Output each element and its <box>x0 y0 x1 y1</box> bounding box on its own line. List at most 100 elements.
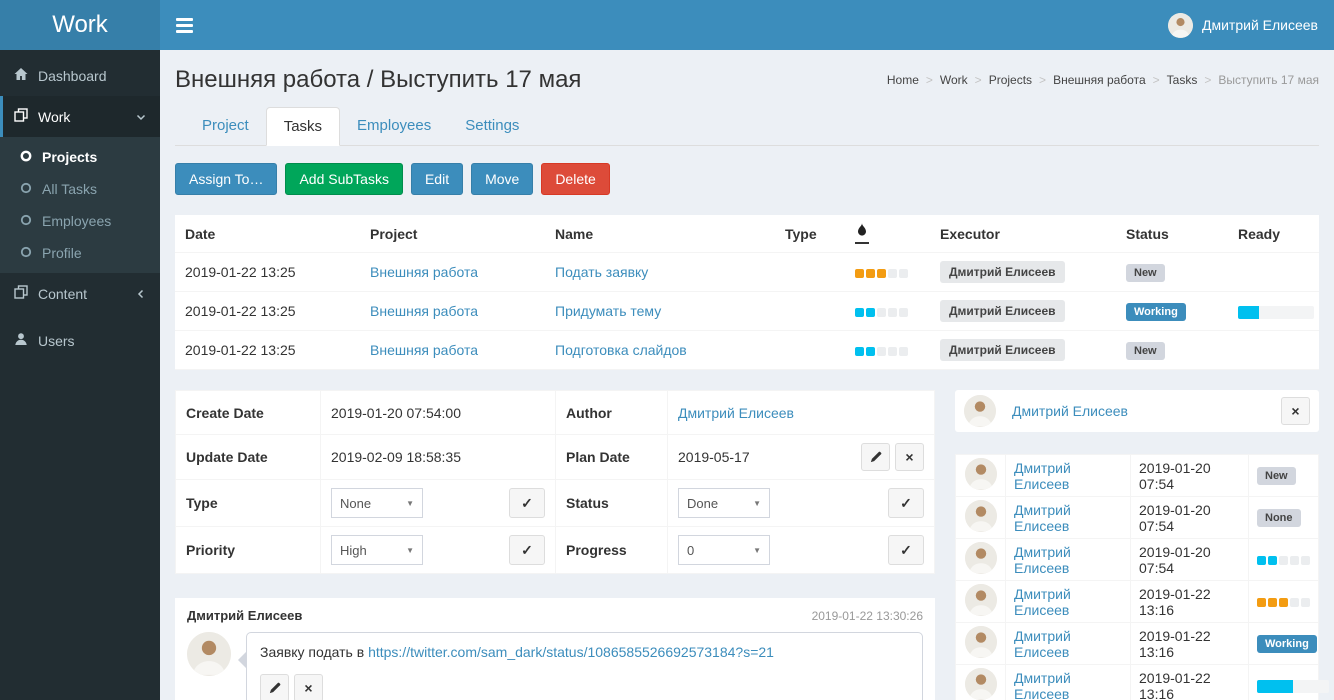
executor-badge: Дмитрий Елисеев <box>940 339 1065 361</box>
breadcrumb-work[interactable]: Work <box>940 73 968 87</box>
col-header-priority[interactable] <box>845 215 930 253</box>
tasks-table: Date Project Name Type Executor Status R… <box>175 215 1319 370</box>
update-date-value: 2019-02-09 18:58:35 <box>321 435 556 480</box>
task-project-link[interactable]: Внешняя работа <box>370 342 478 358</box>
tab-settings[interactable]: Settings <box>448 107 536 146</box>
breadcrumb-projects[interactable]: Projects <box>989 73 1032 87</box>
close-icon: × <box>905 450 913 464</box>
priority-save-button[interactable]: ✓ <box>509 535 545 565</box>
history-user-link[interactable]: Дмитрий Елисеев <box>1014 502 1071 534</box>
task-name-link[interactable]: Придумать тему <box>555 303 661 319</box>
sidebar-item-work[interactable]: Work <box>0 96 160 137</box>
assignee-link[interactable]: Дмитрий Елисеев <box>1012 403 1281 419</box>
history-row: Дмитрий Елисеев 2019-01-20 07:54 New <box>956 455 1319 497</box>
close-icon: × <box>1291 404 1299 418</box>
progress-label: Progress <box>556 527 668 574</box>
history-value <box>1249 581 1319 623</box>
update-date-label: Update Date <box>176 435 321 480</box>
plan-date-value: 2019-05-17 <box>678 449 750 465</box>
history-date: 2019-01-22 13:16 <box>1131 581 1249 623</box>
tab-tasks[interactable]: Tasks <box>266 107 340 146</box>
plan-date-clear-button[interactable]: × <box>895 443 924 471</box>
comment-author: Дмитрий Елисеев <box>187 608 302 623</box>
task-details-table: Create Date 2019-01-20 07:54:00 Author Д… <box>175 390 935 574</box>
sidebar-item-content[interactable]: Content <box>0 273 160 314</box>
task-project-link[interactable]: Внешняя работа <box>370 264 478 280</box>
files-icon <box>14 285 28 302</box>
delete-button[interactable]: Delete <box>541 163 609 195</box>
tab-employees[interactable]: Employees <box>340 107 448 146</box>
history-user-link[interactable]: Дмитрий Елисеев <box>1014 460 1071 492</box>
status-save-button[interactable]: ✓ <box>888 488 924 518</box>
sidebar-item-users[interactable]: Users <box>0 320 160 361</box>
breadcrumb-home[interactable]: Home <box>887 73 919 87</box>
progress-select[interactable]: 0 ▼ <box>678 535 770 565</box>
history-user-link[interactable]: Дмитрий Елисеев <box>1014 628 1071 660</box>
sidebar-item-employees[interactable]: Employees <box>0 205 160 237</box>
history-user-link[interactable]: Дмитрий Елисеев <box>1014 586 1071 618</box>
executor-badge: Дмитрий Елисеев <box>940 261 1065 283</box>
caret-down-icon: ▼ <box>406 499 414 508</box>
assign-to-button[interactable]: Assign To… <box>175 163 277 195</box>
comment-delete-button[interactable]: × <box>294 674 323 700</box>
chevron-left-icon <box>136 289 146 299</box>
user-menu[interactable]: Дмитрий Елисеев <box>1152 0 1334 50</box>
plan-date-edit-button[interactable] <box>861 443 890 471</box>
app-logo[interactable]: Work <box>0 0 160 50</box>
history-date: 2019-01-20 07:54 <box>1131 455 1249 497</box>
history-table: Дмитрий Елисеев 2019-01-20 07:54 New Дми… <box>955 454 1319 700</box>
breadcrumb-project-name[interactable]: Внешняя работа <box>1053 73 1146 87</box>
check-icon: ✓ <box>900 543 912 557</box>
status-badge: New <box>1126 342 1165 360</box>
sidebar-item-projects[interactable]: Projects <box>0 141 160 173</box>
history-value <box>1249 539 1319 581</box>
task-name-link[interactable]: Подать заявку <box>555 264 648 280</box>
comment-link[interactable]: https://twitter.com/sam_dark/status/1086… <box>368 644 774 660</box>
close-icon: × <box>304 681 312 695</box>
status-badge: Working <box>1126 303 1186 321</box>
history-row: Дмитрий Елисеев 2019-01-20 07:54 None <box>956 497 1319 539</box>
task-date: 2019-01-22 13:25 <box>175 331 360 370</box>
history-date: 2019-01-22 13:16 <box>1131 623 1249 665</box>
type-label: Type <box>176 480 321 527</box>
sidebar-item-all-tasks[interactable]: All Tasks <box>0 173 160 205</box>
edit-button[interactable]: Edit <box>411 163 463 195</box>
col-header-status: Status <box>1116 215 1228 253</box>
progress-save-button[interactable]: ✓ <box>888 535 924 565</box>
status-badge: New <box>1126 264 1165 282</box>
author-link[interactable]: Дмитрий Елисеев <box>678 405 794 421</box>
sidebar-item-profile[interactable]: Profile <box>0 237 160 269</box>
tab-bar: Project Tasks Employees Settings <box>175 107 1319 146</box>
move-button[interactable]: Move <box>471 163 533 195</box>
task-project-link[interactable]: Внешняя работа <box>370 303 478 319</box>
add-subtasks-button[interactable]: Add SubTasks <box>285 163 403 195</box>
type-save-button[interactable]: ✓ <box>509 488 545 518</box>
history-user-link[interactable]: Дмитрий Елисеев <box>1014 670 1071 700</box>
task-type <box>775 292 845 331</box>
sidebar-item-dashboard[interactable]: Dashboard <box>0 55 160 96</box>
user-name: Дмитрий Елисеев <box>1202 17 1318 33</box>
task-row: 2019-01-22 13:25 Внешняя работа Подать з… <box>175 253 1319 292</box>
breadcrumb-current: Выступить 17 мая <box>1218 73 1319 87</box>
priority-label: Priority <box>176 527 321 574</box>
task-name-link[interactable]: Подготовка слайдов <box>555 342 687 358</box>
sidebar-item-label: Users <box>38 333 75 349</box>
history-user-link[interactable]: Дмитрий Елисеев <box>1014 544 1071 576</box>
avatar <box>965 668 997 700</box>
home-icon <box>14 67 28 84</box>
comment-edit-button[interactable] <box>260 674 289 700</box>
breadcrumb-tasks[interactable]: Tasks <box>1167 73 1198 87</box>
avatar <box>965 584 997 616</box>
history-date: 2019-01-22 13:16 <box>1131 665 1249 700</box>
status-select[interactable]: Done ▼ <box>678 488 770 518</box>
sidebar-item-label: Projects <box>42 149 97 165</box>
priority-select[interactable]: High ▼ <box>331 535 423 565</box>
assignee-remove-button[interactable]: × <box>1281 397 1310 425</box>
type-select[interactable]: None ▼ <box>331 488 423 518</box>
priority-dots <box>855 308 908 317</box>
tab-project[interactable]: Project <box>185 107 266 146</box>
history-row: Дмитрий Елисеев 2019-01-22 13:16 <box>956 581 1319 623</box>
col-header-type: Type <box>775 215 845 253</box>
hamburger-menu-icon[interactable] <box>160 0 209 50</box>
task-type <box>775 253 845 292</box>
